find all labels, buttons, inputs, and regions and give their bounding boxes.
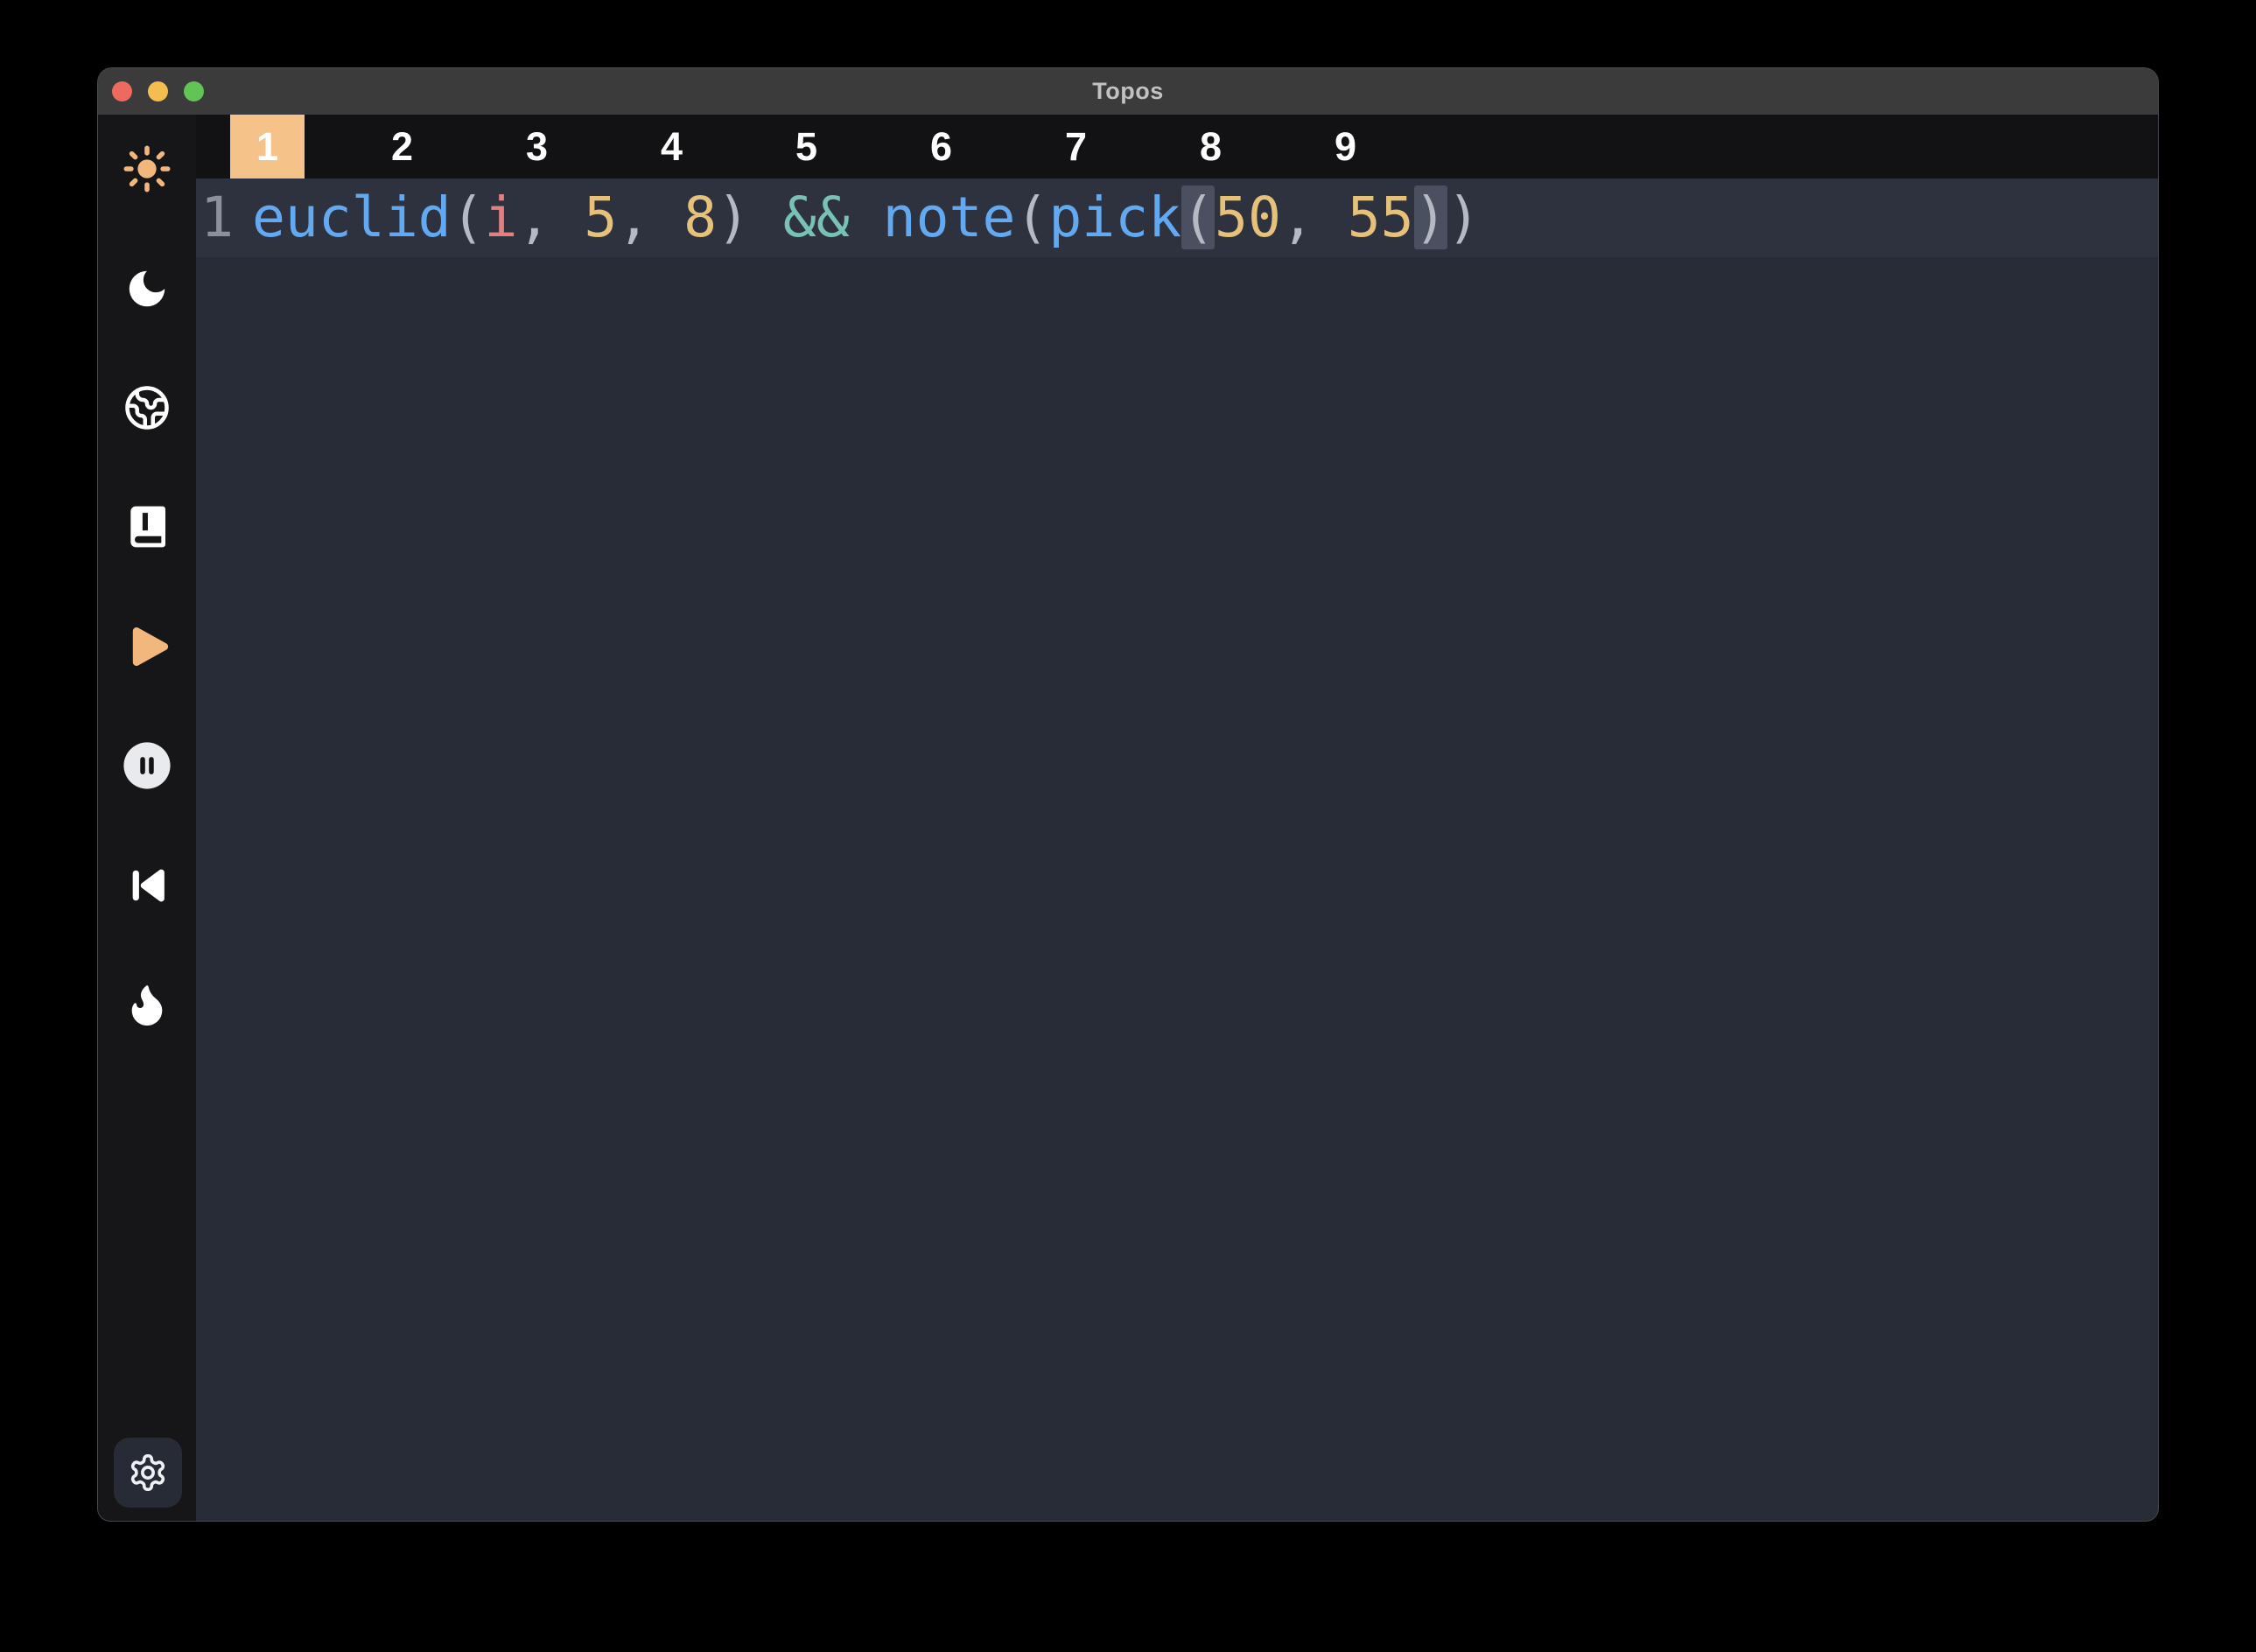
globe-icon bbox=[123, 384, 171, 431]
code-token-bracket-match: ) bbox=[1414, 186, 1447, 249]
sun-icon bbox=[122, 144, 172, 194]
play-icon bbox=[122, 621, 172, 672]
active-code-line[interactable]: 1 euclid(i, 5, 8) && note(pick(50, 55)) bbox=[196, 178, 2158, 257]
tab-3[interactable]: 3 bbox=[500, 115, 574, 178]
flame-button[interactable] bbox=[121, 978, 173, 1031]
tab-2[interactable]: 2 bbox=[365, 115, 439, 178]
code-token: note bbox=[883, 186, 1016, 249]
docs-button[interactable] bbox=[121, 500, 173, 553]
light-theme-button[interactable] bbox=[121, 143, 173, 195]
titlebar[interactable]: Topos bbox=[98, 68, 2158, 115]
moon-icon bbox=[123, 265, 171, 312]
code-token: pick bbox=[1048, 186, 1181, 249]
app-window: Topos bbox=[98, 68, 2158, 1521]
tab-5[interactable]: 5 bbox=[769, 115, 844, 178]
code-token: ( bbox=[452, 186, 485, 249]
code-token-bracket-match: ( bbox=[1181, 186, 1215, 249]
code-token: euclid bbox=[252, 186, 452, 249]
settings-button[interactable] bbox=[114, 1438, 182, 1508]
tab-4[interactable]: 4 bbox=[634, 115, 709, 178]
code-token: , bbox=[517, 186, 584, 249]
pause-icon bbox=[122, 740, 172, 791]
tab-bar: 1 2 3 4 5 6 7 8 9 bbox=[196, 115, 2158, 178]
tab-7[interactable]: 7 bbox=[1039, 115, 1113, 178]
code-token: i bbox=[485, 186, 518, 249]
rewind-button[interactable] bbox=[121, 859, 173, 912]
tab-8[interactable]: 8 bbox=[1174, 115, 1248, 178]
line-number: 1 bbox=[196, 178, 240, 257]
globe-button[interactable] bbox=[121, 382, 173, 434]
window-title: Topos bbox=[98, 78, 2158, 105]
settings-gear-icon bbox=[128, 1452, 168, 1493]
code-token: 50 bbox=[1215, 186, 1281, 249]
pause-button[interactable] bbox=[121, 739, 173, 792]
tab-1[interactable]: 1 bbox=[230, 115, 305, 178]
dark-theme-button[interactable] bbox=[121, 262, 173, 315]
code-token: , bbox=[1281, 186, 1348, 249]
sidebar bbox=[98, 115, 196, 1521]
code-token: 55 bbox=[1348, 186, 1414, 249]
book-icon bbox=[123, 502, 172, 551]
code-token: ) bbox=[1447, 186, 1481, 249]
code-text: euclid(i, 5, 8) && note(pick(50, 55)) bbox=[252, 178, 1480, 257]
code-token: && bbox=[750, 186, 883, 249]
code-token: , bbox=[617, 186, 683, 249]
code-token: ) bbox=[717, 186, 750, 249]
code-token: 5 bbox=[584, 186, 617, 249]
skip-back-icon bbox=[123, 861, 172, 910]
code-editor[interactable]: 1 euclid(i, 5, 8) && note(pick(50, 55)) bbox=[196, 178, 2158, 1521]
tab-9[interactable]: 9 bbox=[1308, 115, 1383, 178]
play-button[interactable] bbox=[121, 620, 173, 673]
flame-icon bbox=[123, 981, 171, 1028]
code-token: 8 bbox=[683, 186, 717, 249]
tab-6[interactable]: 6 bbox=[904, 115, 978, 178]
code-token: ( bbox=[1015, 186, 1048, 249]
